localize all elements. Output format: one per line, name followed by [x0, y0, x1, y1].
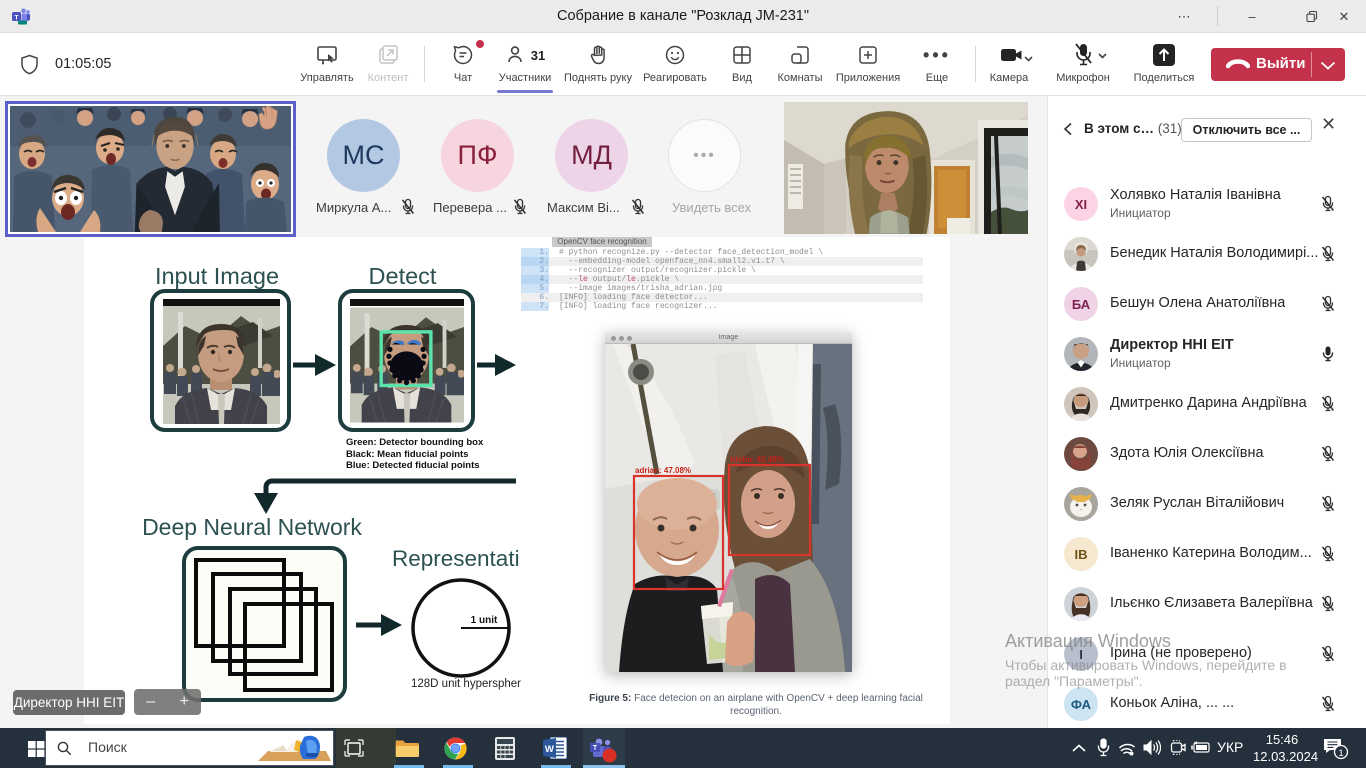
svg-text:T: T: [593, 745, 598, 752]
svg-text:1: 1: [1338, 748, 1343, 759]
svg-text:adrian: 47.08%: adrian: 47.08%: [635, 466, 691, 475]
svg-text:trisha: 42.48%: trisha: 42.48%: [730, 455, 784, 464]
svg-text:W: W: [545, 744, 554, 755]
svg-text:1 unit: 1 unit: [471, 615, 498, 626]
